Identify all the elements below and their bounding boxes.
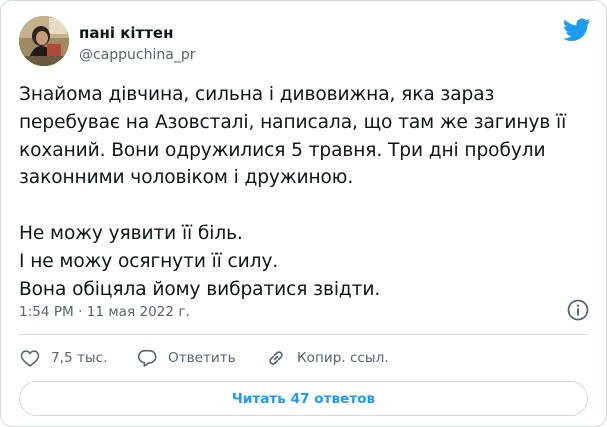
tweet-timestamp[interactable]: 1:54 PM · 11 мая 2022 г. (19, 304, 190, 320)
copy-link-button[interactable]: Копир. ссыл. (265, 343, 389, 373)
tweet-line: Не можу уявити її біль. (19, 222, 243, 244)
info-icon[interactable] (566, 298, 590, 322)
heart-icon (20, 350, 40, 367)
tweet-card: пані кіттен @cappuchina_pr Знайома дівчи… (0, 0, 607, 427)
like-button[interactable]: 7,5 тыс. (19, 343, 107, 373)
author-name[interactable]: пані кіттен (79, 24, 173, 42)
twitter-bird-icon[interactable] (563, 18, 591, 42)
reply-button[interactable]: Ответить (136, 343, 236, 373)
action-bar: 7,5 тыс. Ответить Копир. ссыл. (19, 343, 589, 373)
copy-link-label: Копир. ссыл. (297, 350, 389, 366)
tweet-line: коханий. Вони одружилися 5 травня. Три д… (19, 139, 546, 161)
tweet-line: Вона обіцяла йому вибратися звідти. (19, 278, 381, 300)
tweet-line: перебуває на Азовсталі, написала, що там… (19, 111, 567, 133)
tweet-text: Знайома дівчина, сильна і дивовижна, яка… (19, 81, 594, 303)
tweet-line: Знайома дівчина, сильна і дивовижна, яка… (19, 84, 495, 105)
link-icon (269, 351, 283, 365)
reply-label: Ответить (168, 350, 236, 366)
tweet-header: пані кіттен @cappuchina_pr (19, 16, 591, 72)
like-count: 7,5 тыс. (51, 350, 108, 366)
divider (19, 334, 588, 335)
read-replies-button[interactable]: Читать 47 ответов (19, 381, 588, 416)
tweet-line: І не можу осягнути її силу. (19, 250, 279, 272)
tweet-line: законними чоловіком і дружиною. (19, 167, 354, 189)
reply-bubble-icon (137, 349, 157, 367)
avatar[interactable] (19, 16, 69, 66)
avatar-image (19, 16, 69, 66)
author-handle[interactable]: @cappuchina_pr (79, 47, 195, 63)
